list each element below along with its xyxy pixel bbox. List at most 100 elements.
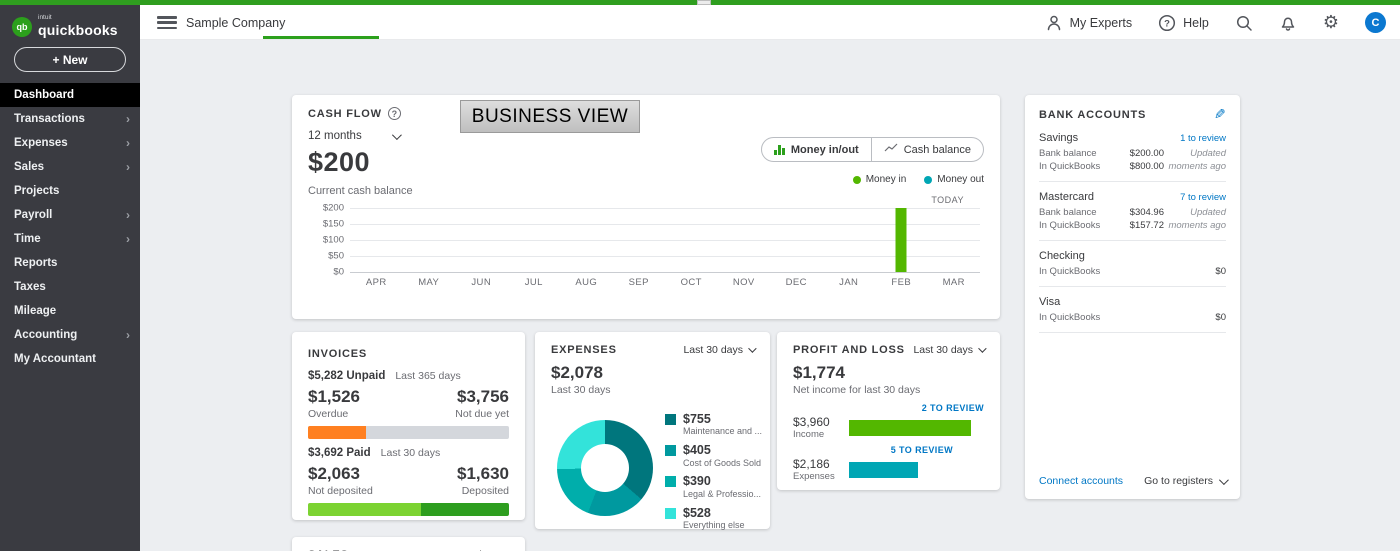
sales-card: SALES Last 30 days $3,820 Last 30 days	[292, 537, 525, 551]
sidebar-item-mileage[interactable]: Mileage	[0, 299, 140, 323]
edit-pencil-icon[interactable]: ✎	[1214, 107, 1226, 123]
expenses-title: EXPENSES	[551, 344, 617, 356]
money-inout-toggle[interactable]: Money in/out	[762, 138, 870, 161]
pnl-period-dropdown[interactable]: Last 30 days	[913, 344, 984, 356]
account-row-visa: Visa In QuickBooks $0	[1039, 296, 1226, 323]
quickbooks-dashboard: qb intuit quickbooks + New Dashboard Tra…	[0, 0, 1400, 551]
line-chart-icon	[884, 143, 898, 156]
cash-balance-toggle[interactable]: Cash balance	[872, 138, 983, 161]
today-label: TODAY	[931, 195, 964, 205]
sidebar-item-projects[interactable]: Projects	[0, 179, 140, 203]
chevron-right-icon: ›	[126, 233, 130, 245]
bar-chart-icon	[774, 145, 785, 155]
go-to-registers-dropdown[interactable]: Go to registers	[1144, 475, 1226, 487]
account-row-savings: Savings 1 to review Bank balance $200.00…	[1039, 132, 1226, 172]
avatar[interactable]: C	[1365, 12, 1386, 33]
sidebar-item-expenses[interactable]: Expenses›	[0, 131, 140, 155]
income-review-link[interactable]: 2 TO REVIEW	[793, 403, 984, 413]
deposited-label: Deposited	[462, 485, 509, 497]
bank-accounts-card: BANK ACCOUNTS ✎ Savings 1 to review Bank…	[1025, 95, 1240, 499]
quickbooks-logo: qb intuit quickbooks	[12, 15, 118, 39]
paid-progress-bar[interactable]	[308, 503, 509, 516]
sidebar-item-sales[interactable]: Sales›	[0, 155, 140, 179]
sidebar-item-payroll[interactable]: Payroll›	[0, 203, 140, 227]
settings-gear-icon[interactable]: ⚙	[1323, 14, 1339, 32]
overdue-amount: $1,526	[308, 387, 360, 407]
sidebar-item-transactions[interactable]: Transactions›	[0, 107, 140, 131]
chevron-right-icon: ›	[126, 137, 130, 149]
sidebar-item-dashboard[interactable]: Dashboard	[0, 83, 140, 107]
sidebar-item-time[interactable]: Time›	[0, 227, 140, 251]
deposited-bar-rest	[421, 503, 509, 516]
chevron-down-icon	[748, 344, 756, 352]
sidebar: qb intuit quickbooks + New Dashboard Tra…	[0, 5, 140, 551]
unpaid-progress-bar[interactable]	[308, 426, 509, 439]
paid-period: Last 30 days	[381, 447, 441, 459]
notifications-bell-icon[interactable]	[1279, 14, 1297, 32]
company-name: Sample Company	[186, 16, 285, 30]
deposited-amount: $1,630	[457, 464, 509, 484]
sidebar-item-my-accountant[interactable]: My Accountant	[0, 347, 140, 371]
chevron-right-icon: ›	[126, 329, 130, 341]
sidebar-item-reports[interactable]: Reports	[0, 251, 140, 275]
info-question-icon[interactable]: ?	[388, 107, 401, 120]
sidebar-item-accounting[interactable]: Accounting›	[0, 323, 140, 347]
net-income-value: $1,774	[793, 363, 984, 383]
expenses-total: $2,078	[551, 363, 754, 383]
savings-review-link[interactable]: 1 to review	[1180, 133, 1226, 144]
expenses-bar[interactable]	[849, 462, 918, 478]
income-amount: $3,960	[793, 415, 841, 429]
period-dropdown[interactable]: 12 months	[308, 130, 399, 142]
chevron-down-icon	[1219, 475, 1229, 485]
overdue-bar-fill	[308, 426, 366, 439]
chevron-right-icon: ›	[126, 209, 130, 221]
quickbooks-label: quickbooks	[38, 22, 118, 38]
my-experts-button[interactable]: My Experts	[1045, 14, 1133, 32]
net-income-label: Net income for last 30 days	[793, 384, 984, 396]
expenses-card: EXPENSES Last 30 days $2,078 Last 30 day…	[535, 332, 770, 529]
connect-accounts-link[interactable]: Connect accounts	[1039, 475, 1123, 487]
chevron-right-icon: ›	[126, 113, 130, 125]
expenses-donut[interactable]	[557, 420, 653, 516]
business-view-overlay: BUSINESS VIEW	[460, 100, 640, 133]
hamburger-menu-icon[interactable]	[157, 16, 177, 29]
income-label: Income	[793, 429, 841, 440]
notdeposited-label: Not deposited	[308, 485, 373, 497]
person-icon	[1045, 14, 1063, 32]
invoices-card: INVOICES $5,282 Unpaid Last 365 days $1,…	[292, 332, 525, 520]
svg-text:?: ?	[1164, 18, 1170, 29]
expenses-total-label: Last 30 days	[551, 384, 754, 396]
invoices-title: INVOICES	[308, 348, 367, 360]
notdue-label: Not due yet	[455, 408, 509, 420]
income-bar[interactable]	[849, 420, 971, 436]
notdeposited-bar-fill	[308, 503, 421, 516]
account-row-checking: Checking In QuickBooks $0	[1039, 250, 1226, 277]
qb-logo-icon: qb	[12, 17, 32, 37]
legend-swatch-0	[665, 414, 676, 425]
paid-amount: $3,692 Paid	[308, 447, 371, 459]
profit-loss-title: PROFIT AND LOSS	[793, 344, 905, 356]
expenses-review-link[interactable]: 5 TO REVIEW	[793, 445, 953, 455]
expenses-legend: $755Maintenance and ... $405Cost of Good…	[665, 412, 762, 531]
legend-swatch-1	[665, 445, 676, 456]
topbar: Sample Company My Experts ? Help ⚙ C	[140, 5, 1400, 40]
help-icon: ?	[1158, 14, 1176, 32]
sidebar-item-taxes[interactable]: Taxes	[0, 275, 140, 299]
cashflow-bar-feb[interactable]	[896, 208, 907, 272]
expenses-label: Expenses	[793, 471, 841, 482]
profit-loss-card: PROFIT AND LOSS Last 30 days $1,774 Net …	[777, 332, 1000, 490]
unpaid-period: Last 365 days	[395, 370, 460, 382]
new-button[interactable]: + New	[14, 47, 126, 72]
chevron-right-icon: ›	[126, 161, 130, 173]
chevron-down-icon	[978, 344, 986, 352]
help-button[interactable]: ? Help	[1158, 14, 1209, 32]
search-icon[interactable]	[1235, 14, 1253, 32]
cashflow-plot: $200$150$100$50$0	[350, 208, 980, 272]
legend-swatch-2	[665, 476, 676, 487]
active-tab-underline	[263, 36, 379, 39]
overdue-label: Overdue	[308, 408, 348, 420]
money-out-dot	[924, 176, 932, 184]
cash-balance-value: $200	[308, 147, 370, 178]
mastercard-review-link[interactable]: 7 to review	[1180, 192, 1226, 203]
expenses-period-dropdown[interactable]: Last 30 days	[683, 344, 754, 356]
